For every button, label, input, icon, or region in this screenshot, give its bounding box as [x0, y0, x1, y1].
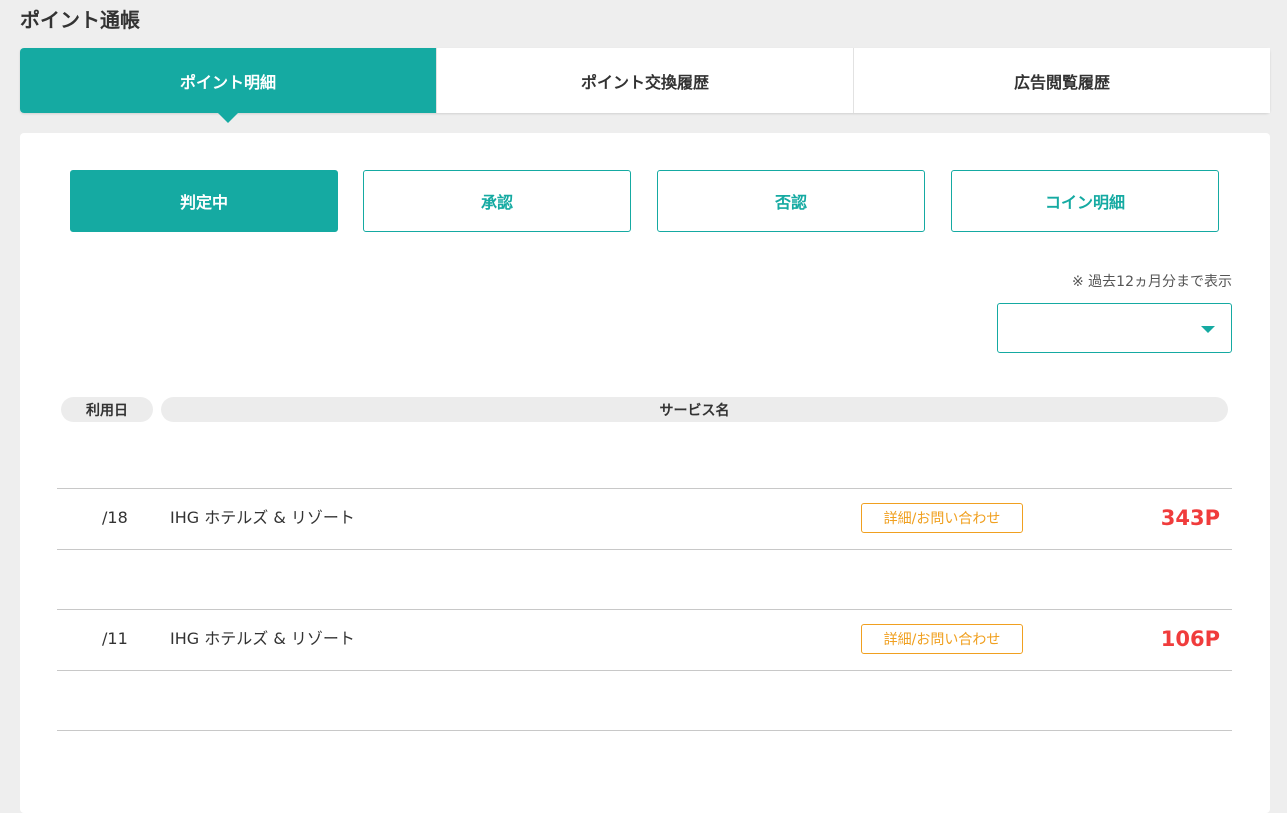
table-row: /18 IHG ホテルズ & リゾート 詳細/お問い合わせ 343P [57, 488, 1232, 548]
sub-tab-pending-label: 判定中 [179, 193, 228, 212]
tab-point-exchange-history[interactable]: ポイント交換履歴 [436, 48, 853, 113]
row-points: 106P [1160, 627, 1220, 651]
sub-tab-rejected[interactable]: 否認 [657, 170, 925, 232]
caret-down-icon [1201, 326, 1215, 333]
row-date: /11 [102, 629, 128, 648]
sub-tab-coin-details-label: コイン明細 [1044, 193, 1125, 212]
row-service-name: IHG ホテルズ & リゾート [170, 629, 355, 648]
content-card: 判定中 承認 否認 コイン明細 ※ 過去12ヵ月分まで表示 利用日 サービス名 … [20, 133, 1270, 813]
table-row: /11 IHG ホテルズ & リゾート 詳細/お問い合わせ 106P [57, 609, 1232, 669]
tab-ad-view-history[interactable]: 広告閲覧履歴 [853, 48, 1270, 113]
row-service-name: IHG ホテルズ & リゾート [170, 508, 355, 527]
tab-point-exchange-history-label: ポイント交換履歴 [580, 72, 709, 92]
row-date: /18 [102, 508, 128, 527]
column-header-date: 利用日 [61, 397, 153, 422]
main-tabs: ポイント明細 ポイント交換履歴 広告閲覧履歴 [20, 48, 1270, 123]
period-select[interactable] [997, 303, 1232, 353]
row-divider [57, 670, 1232, 671]
tab-point-details[interactable]: ポイント明細 [20, 48, 436, 123]
tab-point-details-label: ポイント明細 [179, 72, 276, 92]
row-divider [57, 549, 1232, 550]
tab-ad-view-history-label: 広告閲覧履歴 [1013, 72, 1110, 92]
row-points: 343P [1160, 506, 1220, 530]
period-note: ※ 過去12ヵ月分まで表示 [1072, 274, 1232, 290]
column-header-service: サービス名 [161, 397, 1228, 422]
sub-tab-approved[interactable]: 承認 [363, 170, 631, 232]
sub-tab-coin-details[interactable]: コイン明細 [951, 170, 1219, 232]
column-header-service-label: サービス名 [659, 402, 730, 419]
sub-tab-pending[interactable]: 判定中 [70, 170, 338, 232]
page-title: ポイント通帳 [20, 8, 140, 32]
sub-tab-approved-label: 承認 [480, 193, 513, 212]
row-divider [57, 730, 1232, 731]
sub-tab-rejected-label: 否認 [774, 193, 807, 212]
detail-inquiry-button[interactable]: 詳細/お問い合わせ [861, 624, 1023, 654]
column-header-date-label: 利用日 [86, 402, 128, 419]
detail-inquiry-button[interactable]: 詳細/お問い合わせ [861, 503, 1023, 533]
